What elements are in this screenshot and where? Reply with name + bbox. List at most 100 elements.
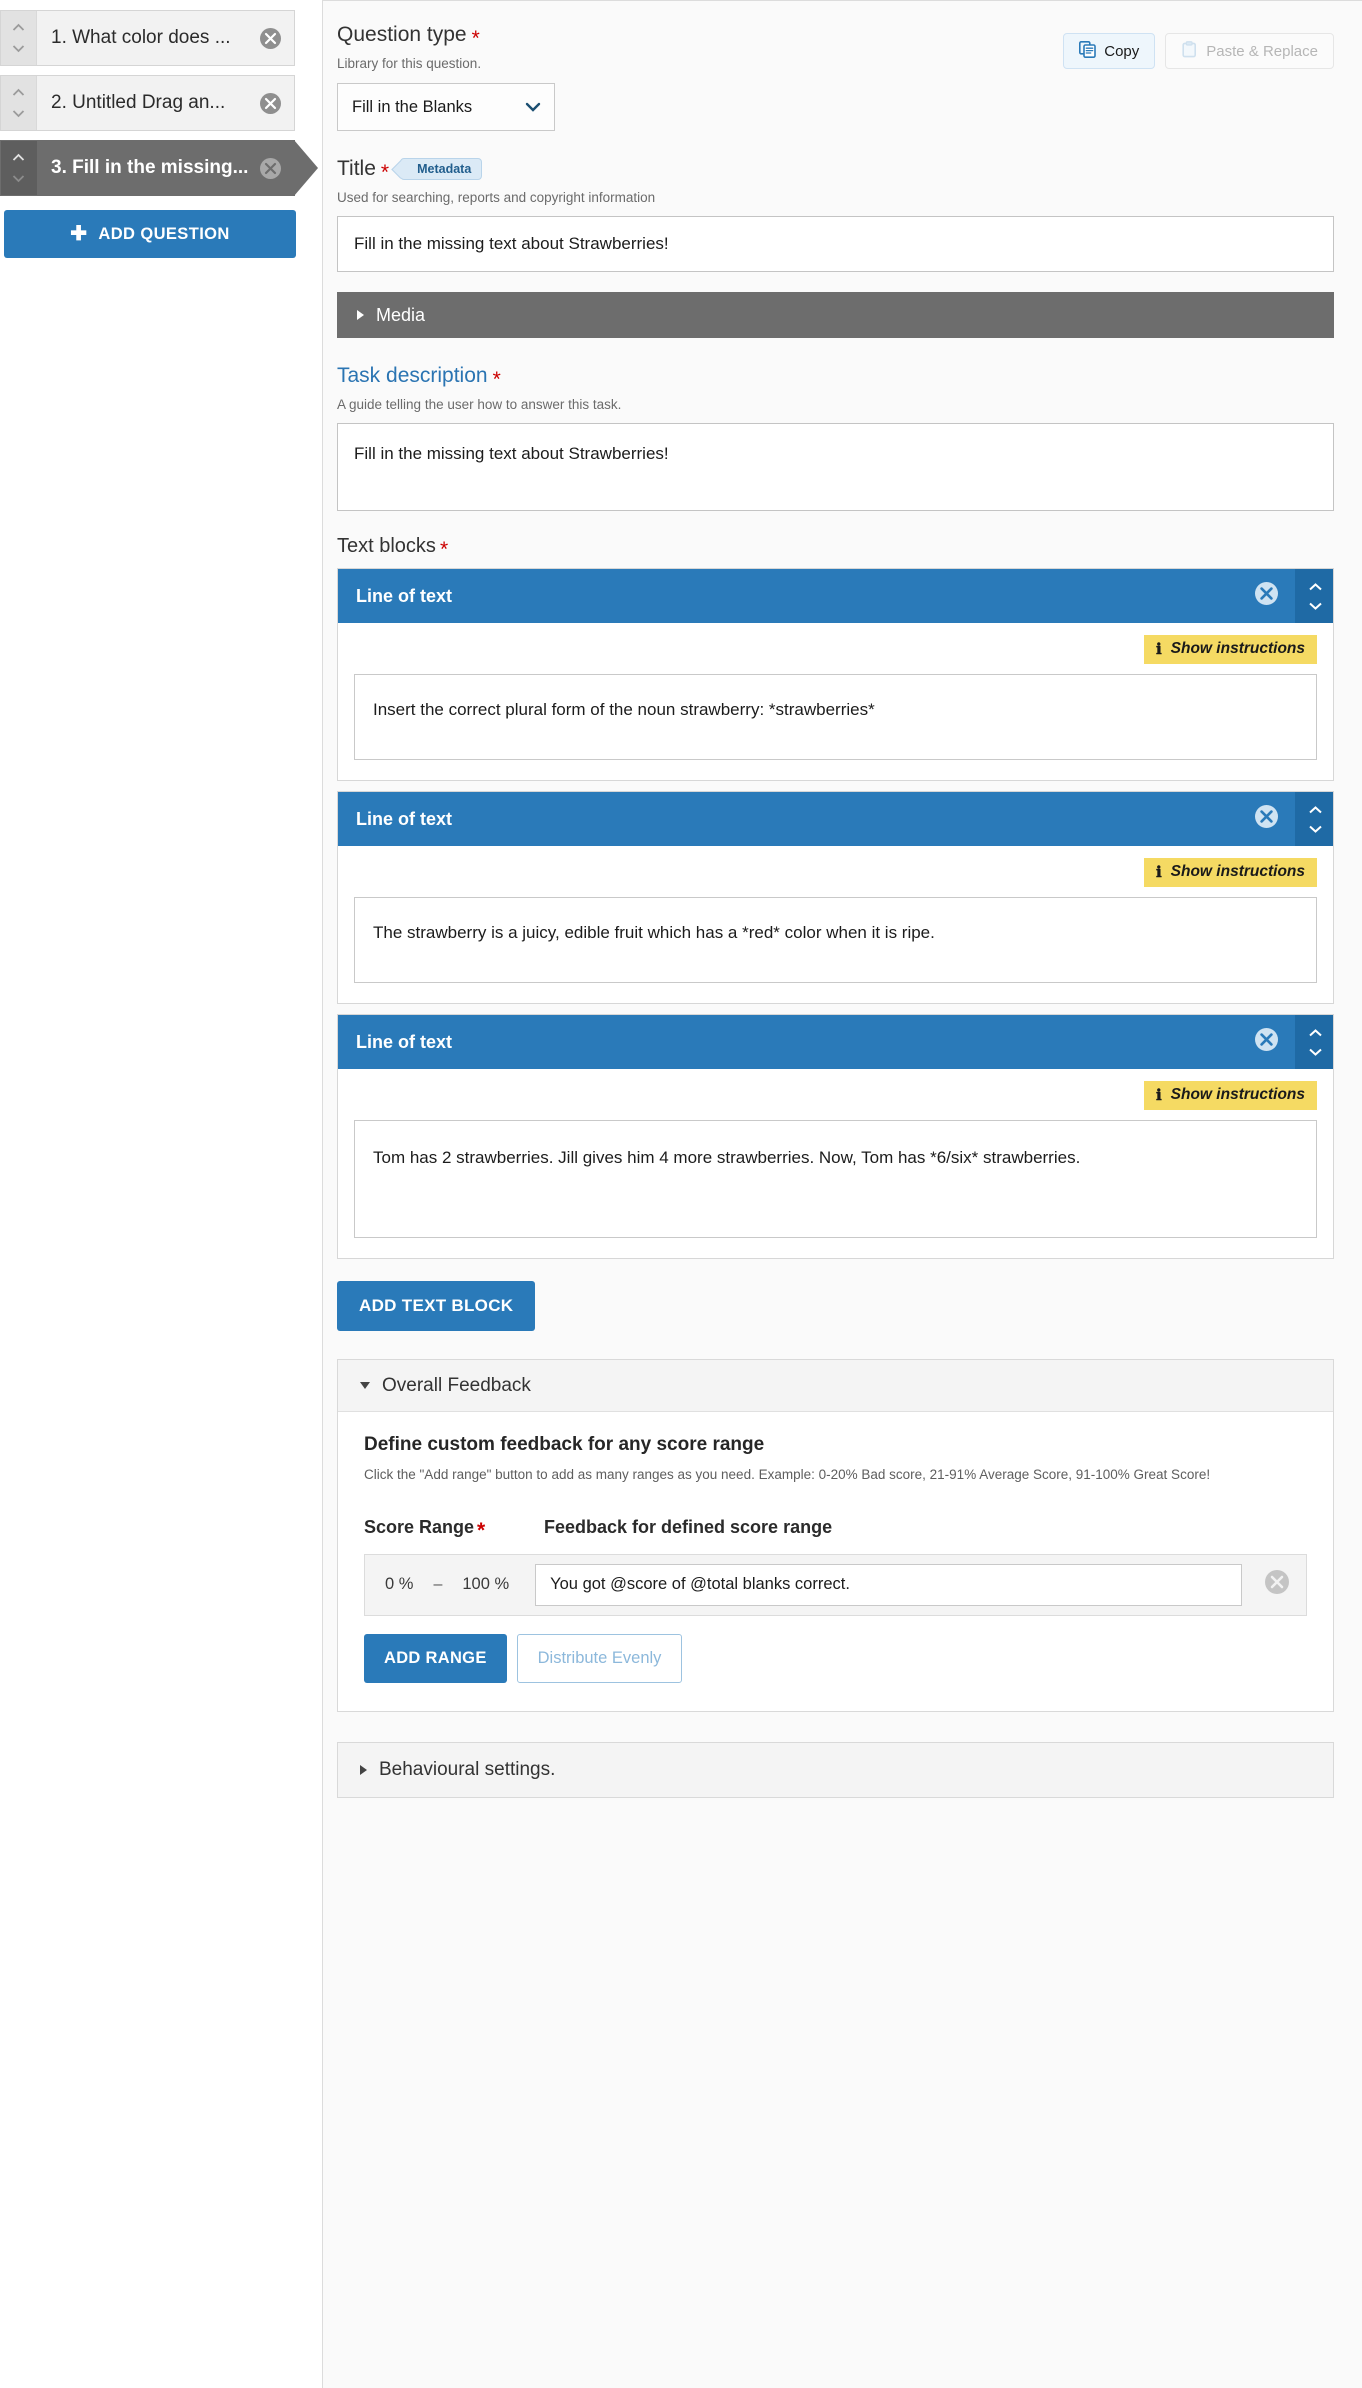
text-block-title: Line of text [356,808,453,829]
question-1-body[interactable]: 1. What color does ... [37,11,294,65]
behavioural-settings-toggle[interactable]: Behavioural settings. [338,1743,1333,1797]
question-list-item-wrap: 3. Fill in the missing... [0,140,322,196]
sidebar-item-question-2[interactable]: 2. Untitled Drag an... [0,75,295,131]
text-block-title-bar[interactable]: Line of text [338,792,1295,846]
info-icon: ℹ [1155,864,1162,881]
overall-feedback-body: Define custom feedback for any score ran… [338,1412,1333,1711]
info-icon: ℹ [1155,1087,1162,1104]
text-block-input[interactable]: The strawberry is a juicy, edible fruit … [354,897,1317,983]
behavioural-settings-label: Behavioural settings. [379,1758,556,1780]
remove-circle-icon[interactable] [1254,1027,1279,1057]
remove-circle-icon[interactable] [1254,581,1279,611]
show-instructions-button[interactable]: ℹ Show instructions [1143,1081,1317,1110]
move-down-icon[interactable] [12,44,25,53]
paste-replace-label: Paste & Replace [1206,42,1318,60]
behavioural-settings-panel: Behavioural settings. [337,1741,1334,1798]
remove-circle-icon[interactable] [259,27,282,50]
question-editor-app: 1. What color does ... 2. Untitled Drag … [0,0,1362,2388]
add-question-button[interactable]: ✚ ADD QUESTION [4,210,296,258]
text-block-body: ℹ Show instructions Tom has 2 strawberri… [338,1069,1333,1258]
instructions-row: ℹ Show instructions [354,1081,1317,1110]
move-up-icon[interactable] [12,88,25,97]
move-up-icon[interactable] [1308,805,1322,814]
text-block-reorder[interactable] [1295,569,1333,623]
text-block-input[interactable]: Tom has 2 strawberries. Jill gives him 4… [354,1120,1317,1238]
range-max-input[interactable]: 100 % [462,1575,509,1594]
required-asterisk: * [471,26,480,50]
text-block-reorder[interactable] [1295,1015,1333,1069]
info-icon: ℹ [1155,641,1162,658]
task-description-input[interactable]: Fill in the missing text about Strawberr… [337,423,1334,511]
question-type-select[interactable]: Fill in the Blanks [337,83,555,131]
add-text-block-button[interactable]: ADD TEXT BLOCK [337,1281,536,1331]
show-instructions-label: Show instructions [1170,640,1305,657]
move-down-icon[interactable] [12,109,25,118]
question-type-row: Question type * Library for this questio… [337,15,1334,131]
instructions-row: ℹ Show instructions [354,858,1317,887]
range-min-input[interactable]: 0 % [385,1575,413,1594]
plus-icon: ✚ [70,223,88,245]
show-instructions-button[interactable]: ℹ Show instructions [1143,858,1317,887]
required-asterisk: * [492,367,501,391]
range-feedback-value: You got @score of @total blanks correct. [550,1575,850,1594]
range-feedback-input[interactable]: You got @score of @total blanks correct. [535,1563,1242,1606]
paste-replace-button[interactable]: Paste & Replace [1165,33,1334,69]
show-instructions-label: Show instructions [1170,1086,1305,1103]
question-2-body[interactable]: 2. Untitled Drag an... [37,76,294,130]
remove-circle-icon[interactable] [1264,1569,1290,1600]
range-table-header: Score Range * Feedback for defined score… [364,1516,1307,1541]
question-list-sidebar: 1. What color does ... 2. Untitled Drag … [0,0,322,258]
score-range-row: 0 % – 100 % You got @score of @total bla… [364,1553,1307,1616]
reorder-arrows-3[interactable] [1,141,37,195]
move-up-icon[interactable] [12,153,25,162]
add-range-button[interactable]: ADD RANGE [364,1633,507,1683]
overall-feedback-title: Overall Feedback [382,1374,531,1396]
copy-icon [1079,40,1097,62]
sidebar-item-question-1[interactable]: 1. What color does ... [0,10,295,66]
feedback-column-header: Feedback for defined score range [544,1516,833,1537]
move-down-icon[interactable] [1308,1047,1322,1056]
move-down-icon[interactable] [1308,824,1322,833]
move-down-icon[interactable] [12,174,25,183]
text-block: Line of text ℹ [337,791,1334,1004]
question-3-body[interactable]: 3. Fill in the missing... [37,141,294,195]
overall-feedback-toggle[interactable]: Overall Feedback [338,1360,1333,1412]
show-instructions-button[interactable]: ℹ Show instructions [1143,635,1317,664]
feedback-description: Click the "Add range" button to add as m… [364,1467,1211,1482]
question-list-item-wrap: 2. Untitled Drag an... [0,75,322,131]
copy-paste-group: Copy Paste & Replace [1063,33,1334,69]
distribute-evenly-button[interactable]: Distribute Evenly [516,1633,683,1683]
remove-circle-icon[interactable] [1254,804,1279,834]
move-up-icon[interactable] [1308,582,1322,591]
move-down-icon[interactable] [1308,601,1322,610]
title-hint: Used for searching, reports and copyrigh… [337,190,656,205]
reorder-arrows-2[interactable] [1,76,37,130]
media-section-toggle[interactable]: Media [337,292,1334,338]
sidebar-item-question-3[interactable]: 3. Fill in the missing... [0,140,295,196]
reorder-arrows-1[interactable] [1,11,37,65]
copy-label: Copy [1104,42,1140,60]
question-type-left: Question type * Library for this questio… [337,15,555,131]
instructions-row: ℹ Show instructions [354,635,1317,664]
triangle-down-icon [360,1382,370,1389]
move-up-icon[interactable] [1308,1028,1322,1037]
text-block-header: Line of text [338,792,1333,846]
text-block-reorder[interactable] [1295,792,1333,846]
question-list-item-wrap: 1. What color does ... [0,10,322,66]
task-description-hint: A guide telling the user how to answer t… [337,397,622,412]
remove-circle-icon[interactable] [259,157,282,180]
task-description-value: Fill in the missing text about Strawberr… [354,444,669,463]
text-block-title: Line of text [356,1031,453,1052]
text-block-title-bar[interactable]: Line of text [338,569,1295,623]
text-block-body: ℹ Show instructions The strawberry is a … [338,846,1333,1003]
move-up-icon[interactable] [12,23,25,32]
title-input[interactable]: Fill in the missing text about Strawberr… [337,216,1334,272]
range-separator: – [433,1575,443,1593]
score-range-column-header: Score Range * [364,1517,544,1541]
copy-button[interactable]: Copy [1063,33,1156,69]
remove-circle-icon[interactable] [259,92,282,115]
text-block-title-bar[interactable]: Line of text [338,1015,1295,1069]
clipboard-icon [1181,40,1198,62]
text-blocks-heading-row: Text blocks * [337,535,1334,560]
text-block-input[interactable]: Insert the correct plural form of the no… [354,674,1317,760]
